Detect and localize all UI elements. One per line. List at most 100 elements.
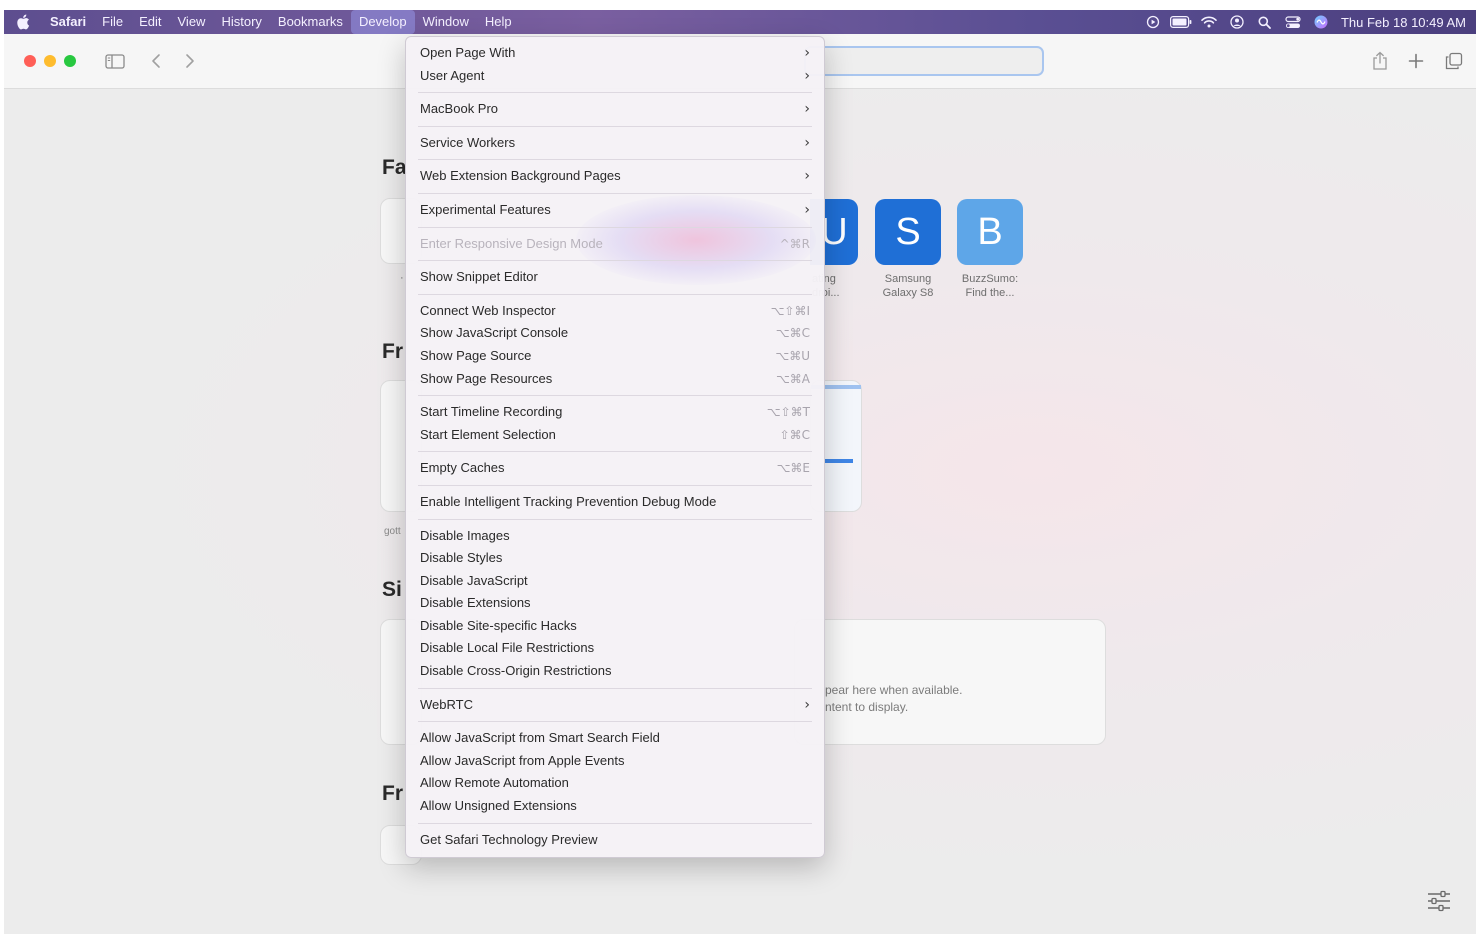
menu-item-disable-javascript[interactable]: Disable JavaScript xyxy=(406,570,824,593)
thumbnail-bar xyxy=(825,459,853,463)
favorite-tile-buzzsumo[interactable]: B xyxy=(957,199,1023,265)
menu-bookmarks[interactable]: Bookmarks xyxy=(270,10,351,34)
menu-item-show-snippet-editor[interactable]: Show Snippet Editor xyxy=(406,266,824,289)
address-bar[interactable] xyxy=(804,46,1044,76)
menu-item-label: Empty Caches xyxy=(420,460,505,476)
menu-file[interactable]: File xyxy=(94,10,131,34)
menu-item-label: Web Extension Background Pages xyxy=(420,168,621,184)
chevron-right-icon: › xyxy=(804,201,810,218)
menu-item-connect-web-inspector[interactable]: Connect Web Inspector ⌥⇧⌘I xyxy=(406,300,824,323)
menu-item-show-page-source[interactable]: Show Page Source ⌥⌘U xyxy=(406,345,824,368)
siri-empty-line: ntent to display. xyxy=(825,700,909,714)
menu-item-allow-unsigned-extensions[interactable]: Allow Unsigned Extensions xyxy=(406,795,824,818)
menu-edit[interactable]: Edit xyxy=(131,10,169,34)
menu-separator xyxy=(418,484,812,486)
siri-empty-message: pear here when available. ntent to displ… xyxy=(825,682,962,716)
menu-item-label: Disable Local File Restrictions xyxy=(420,640,595,656)
close-button[interactable] xyxy=(24,55,36,67)
battery-icon[interactable] xyxy=(1167,10,1195,34)
favorite-caption-line: Galaxy S8 xyxy=(882,287,934,299)
menu-item-allow-javascript-from-apple-events[interactable]: Allow JavaScript from Apple Events xyxy=(406,750,824,773)
favorite-tile-samsung[interactable]: S xyxy=(875,199,941,265)
menu-item-disable-styles[interactable]: Disable Styles xyxy=(406,547,824,570)
zoom-button[interactable] xyxy=(64,55,76,67)
control-center-icon[interactable] xyxy=(1279,10,1307,34)
menu-view[interactable]: View xyxy=(170,10,214,34)
menu-item-shortcut: ⌥⌘C xyxy=(775,326,810,341)
menu-item-label: Allow Remote Automation xyxy=(420,775,569,791)
favorites-heading: Fa xyxy=(382,156,407,179)
menu-bar: Safari File Edit View History Bookmarks … xyxy=(4,10,1476,34)
play-status-icon[interactable] xyxy=(1139,10,1167,34)
menu-separator xyxy=(418,518,812,520)
menu-item-web-extension-background-pages[interactable]: Web Extension Background Pages › xyxy=(406,165,824,188)
menu-item-label: Service Workers xyxy=(420,134,516,150)
menu-item-macbook-pro[interactable]: MacBook Pro › xyxy=(406,98,824,121)
menu-separator xyxy=(418,687,812,689)
menu-item-disable-extensions[interactable]: Disable Extensions xyxy=(406,592,824,615)
menu-item-open-page-with[interactable]: Open Page With › xyxy=(406,42,824,65)
menu-item-allow-javascript-from-smart-search-field[interactable]: Allow JavaScript from Smart Search Field xyxy=(406,727,824,750)
share-icon[interactable] xyxy=(1368,48,1392,74)
menu-safari[interactable]: Safari xyxy=(42,10,94,34)
menu-item-label: Enable Intelligent Tracking Prevention D… xyxy=(420,493,717,509)
menu-item-label: Allow JavaScript from Apple Events xyxy=(420,752,625,768)
menu-item-enable-intelligent-tracking-prevention-debug-mode[interactable]: Enable Intelligent Tracking Prevention D… xyxy=(406,491,824,514)
siri-icon[interactable] xyxy=(1307,10,1335,34)
menu-item-disable-cross-origin-restrictions[interactable]: Disable Cross-Origin Restrictions xyxy=(406,660,824,683)
menu-item-enter-responsive-design-mode: Enter Responsive Design Mode ^⌘R xyxy=(406,233,824,256)
menu-help[interactable]: Help xyxy=(477,10,520,34)
user-icon[interactable] xyxy=(1223,10,1251,34)
menu-separator xyxy=(418,159,812,161)
menu-item-show-page-resources[interactable]: Show Page Resources ⌥⌘A xyxy=(406,368,824,391)
menu-item-label: Allow Unsigned Extensions xyxy=(420,798,577,814)
menu-item-shortcut: ^⌘R xyxy=(779,236,810,251)
menu-develop[interactable]: Develop xyxy=(350,10,415,34)
chevron-right-icon: › xyxy=(804,101,810,118)
menu-item-user-agent[interactable]: User Agent › xyxy=(406,65,824,88)
menu-item-show-javascript-console[interactable]: Show JavaScript Console ⌥⌘C xyxy=(406,322,824,345)
menu-item-label: Disable Styles xyxy=(420,550,503,566)
favorite-caption: BuzzSumo: Find the... xyxy=(950,272,1030,300)
siri-suggestions-heading: Si xyxy=(382,578,402,601)
chevron-right-icon[interactable] xyxy=(180,48,200,74)
search-icon[interactable] xyxy=(1251,10,1279,34)
menu-item-get-safari-technology-preview[interactable]: Get Safari Technology Preview xyxy=(406,829,824,852)
favorite-caption-line: BuzzSumo: xyxy=(961,273,1019,285)
menu-item-disable-site-specific-hacks[interactable]: Disable Site-specific Hacks xyxy=(406,615,824,638)
tabs-icon[interactable] xyxy=(1442,48,1466,74)
sliders-icon[interactable] xyxy=(1426,889,1452,918)
menu-separator xyxy=(418,451,812,453)
menu-item-experimental-features[interactable]: Experimental Features › xyxy=(406,199,824,222)
favorite-caption-line: Find the... xyxy=(965,287,1015,299)
menu-item-disable-local-file-restrictions[interactable]: Disable Local File Restrictions xyxy=(406,637,824,660)
sidebar-icon[interactable] xyxy=(102,48,128,74)
wifi-icon[interactable] xyxy=(1195,10,1223,34)
menu-item-label: WebRTC xyxy=(420,696,473,712)
menubar-clock[interactable]: Thu Feb 18 10:49 AM xyxy=(1335,15,1466,30)
menu-item-start-timeline-recording[interactable]: Start Timeline Recording ⌥⇧⌘T xyxy=(406,401,824,424)
menu-item-service-workers[interactable]: Service Workers › xyxy=(406,132,824,155)
menu-item-label: Show Page Source xyxy=(420,347,532,363)
menu-item-webrtc[interactable]: WebRTC › xyxy=(406,694,824,717)
menu-item-label: Experimental Features xyxy=(420,201,551,217)
minimize-button[interactable] xyxy=(44,55,56,67)
menu-window[interactable]: Window xyxy=(415,10,477,34)
menu-item-allow-remote-automation[interactable]: Allow Remote Automation xyxy=(406,772,824,795)
apple-icon[interactable] xyxy=(4,14,42,30)
favorite-caption: Samsung Galaxy S8 xyxy=(868,272,948,300)
menu-item-shortcut: ⌥⌘A xyxy=(775,371,810,386)
menu-separator xyxy=(418,260,812,262)
menu-item-empty-caches[interactable]: Empty Caches ⌥⌘E xyxy=(406,457,824,480)
siri-empty-line: pear here when available. xyxy=(825,683,963,697)
menu-history[interactable]: History xyxy=(213,10,269,34)
favorite-tile-letter: B xyxy=(977,210,1003,253)
menu-item-label: Start Timeline Recording xyxy=(420,404,563,420)
chevron-right-icon: › xyxy=(804,696,810,713)
chevron-left-icon[interactable] xyxy=(146,48,166,74)
siri-suggestions-card: pear here when available. ntent to displ… xyxy=(794,619,1106,745)
plus-icon[interactable] xyxy=(1404,48,1428,74)
menu-item-start-element-selection[interactable]: Start Element Selection ⇧⌘C xyxy=(406,424,824,447)
menu-item-disable-images[interactable]: Disable Images xyxy=(406,525,824,548)
menu-item-label: Disable Extensions xyxy=(420,595,531,611)
